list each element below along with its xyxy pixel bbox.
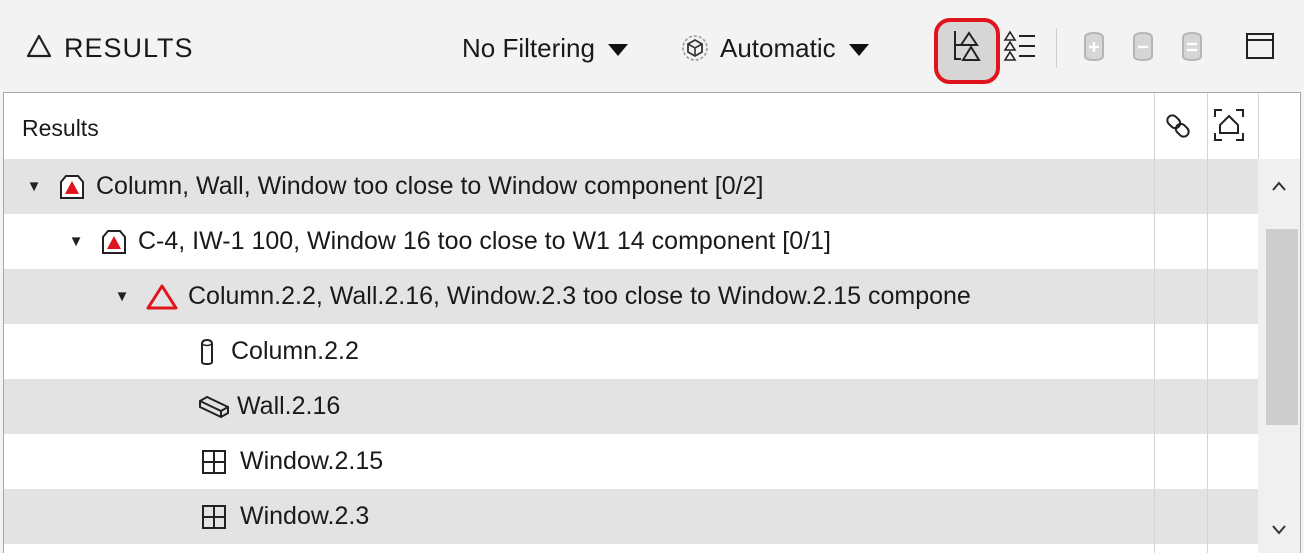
mode-dropdown-value: Automatic (720, 32, 836, 63)
row-text: Wall.2.16 (237, 392, 341, 420)
row-text: Column.2.2, Wall.2.16, Window.2.3 too cl… (188, 282, 971, 310)
filter-dropdown[interactable]: No Filtering (462, 28, 629, 68)
scroll-down-icon[interactable] (1268, 519, 1290, 541)
expanded-triangle-icon[interactable]: ▼ (68, 233, 84, 250)
red-triangle-outline-icon (146, 283, 178, 311)
link-icon[interactable] (1164, 111, 1192, 146)
window-icon (200, 448, 228, 476)
add-item-icon (1079, 30, 1109, 67)
panel-header: RESULTS No Filtering Automatic (0, 0, 1304, 92)
window-layout-button[interactable] (1238, 24, 1282, 72)
expanded-triangle-icon[interactable]: ▼ (114, 288, 130, 305)
row-text: Window.2.15 (240, 447, 384, 475)
remove-item-button[interactable] (1121, 24, 1165, 72)
sort-list-icon (1003, 29, 1037, 67)
triangle-outline-icon (26, 34, 52, 63)
tree-row[interactable]: Column.2.2 (4, 324, 1300, 379)
row-text: Column.2.2 (231, 337, 359, 365)
filter-dropdown-value: No Filtering (462, 32, 595, 63)
add-item-button[interactable] (1072, 24, 1116, 72)
expanded-triangle-icon[interactable]: ▼ (26, 178, 42, 195)
group-by-component-icon (951, 29, 983, 68)
tree-row[interactable]: ▼ Column, Wall, Window too close to Wind… (4, 159, 1280, 214)
tree-row[interactable]: Window.2.3 (4, 489, 1300, 544)
remove-item-icon (1128, 30, 1158, 67)
column-divider (1207, 93, 1208, 553)
vertical-scrollbar[interactable] (1258, 159, 1300, 553)
caret-down-icon (848, 33, 870, 64)
table-header: Results (4, 93, 1300, 159)
row-text: Column, Wall, Window too close to Window… (96, 172, 764, 200)
red-triangle-box-icon (100, 228, 128, 256)
toolbar-separator (1056, 28, 1057, 68)
tree-row[interactable]: Wall.2.16 (4, 379, 1300, 434)
caret-down-icon (607, 33, 629, 64)
tree-row[interactable]: ▼ Column.2.2, Wall.2.16, Window.2.3 too … (4, 269, 1300, 324)
scroll-up-icon[interactable] (1268, 175, 1290, 197)
row-text: Window.2.3 (240, 502, 370, 530)
row-text: C-4, IW-1 100, Window 16 too close to W1… (138, 227, 831, 255)
tree-row[interactable]: ▼ C-4, IW-1 100, Window 16 too close to … (4, 214, 1300, 269)
focus-view-icon[interactable] (1212, 107, 1246, 148)
clear-item-button[interactable] (1170, 24, 1214, 72)
column-divider (1154, 93, 1155, 553)
window-icon (200, 503, 228, 531)
window-layout-icon (1245, 31, 1275, 66)
sort-list-button[interactable] (998, 24, 1042, 72)
column-divider (1258, 93, 1259, 159)
column-icon (197, 338, 217, 366)
mode-dropdown[interactable]: Automatic (680, 28, 870, 68)
wall-icon (197, 393, 231, 421)
results-panel: RESULTS No Filtering Automatic Results ▼… (0, 0, 1304, 553)
cube-gear-icon (680, 33, 710, 63)
clear-item-icon (1177, 30, 1207, 67)
red-triangle-box-icon (58, 173, 86, 201)
scrollbar-thumb[interactable] (1266, 229, 1298, 425)
group-by-component-button[interactable] (945, 24, 989, 72)
panel-title: RESULTS (64, 32, 194, 63)
results-column-header[interactable]: Results (22, 115, 99, 142)
results-table: Results ▼ Column, Wall, Window too close… (3, 92, 1301, 553)
tree-row[interactable]: Window.2.15 (4, 434, 1300, 489)
panel-title-group: RESULTS (26, 26, 194, 70)
